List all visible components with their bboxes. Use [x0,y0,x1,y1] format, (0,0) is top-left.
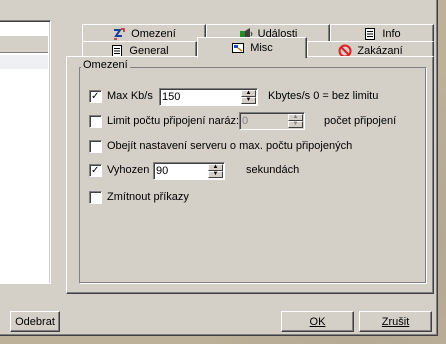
tab-misc[interactable]: Misc [197,37,307,58]
tab-label: General [129,44,169,57]
tab-label: Misc [250,42,273,54]
user-list-header [0,35,48,53]
limit-connections-hint: počet připojení [324,115,397,127]
bypass-server-checkbox[interactable] [89,140,102,153]
max-kbs-down-button[interactable]: ▼ [241,97,256,104]
ignore-commands-checkbox[interactable] [89,191,102,204]
max-kbs-checkbox[interactable]: ✓ [89,90,102,103]
max-kbs-hint: Kbytes/s 0 = bez limitu [268,90,379,102]
misc-tab-panel: Omezení ✓ Max Kb/s ▲ ▼ Kbytes/s 0 = bez … [66,56,434,294]
kick-down-button[interactable]: ▼ [208,171,223,178]
kick-up-button[interactable]: ▲ [208,164,223,171]
kick-input[interactable] [156,164,208,178]
list-item[interactable] [0,55,48,69]
max-kbs-input[interactable] [162,90,240,104]
ok-button-label: OK [309,316,326,328]
limit-connections-down-button[interactable]: ▼ [288,121,303,128]
group-legend: Omezení [81,59,130,71]
limit-connections-up-button[interactable]: ▲ [288,114,303,121]
tab-label: Zakázaní [357,44,403,57]
max-kbs-spinner[interactable]: ▲ ▼ [159,88,258,106]
kick-checkbox[interactable]: ✓ [89,164,102,177]
cancel-button-label: Zrušit [381,316,410,328]
limit-connections-spinner[interactable]: ▲ ▼ [239,112,305,130]
misc-icon [231,41,245,55]
limit-connections-input[interactable] [242,114,288,128]
max-kbs-up-button[interactable]: ▲ [241,90,256,97]
user-settings-dialog: Omezení Události Info General Misc Zakáz… [0,0,438,336]
tab-info[interactable]: Info [330,24,434,42]
tab-label: Info [382,27,401,40]
max-kbs-label: Max Kb/s [107,90,153,102]
kick-hint: sekundách [246,164,300,176]
info-document-icon [363,27,377,41]
cancel-button[interactable]: Zrušit [359,311,432,332]
limit-connections-label: Limit počtu připojení naráz: [107,115,240,127]
limit-connections-checkbox[interactable] [89,115,102,128]
tab-omezeni[interactable]: Omezení [82,24,206,42]
kick-spinner[interactable]: ▲ ▼ [153,162,225,180]
bypass-server-label: Obejít nastavení serveru o max. počtu př… [107,140,353,152]
ignore-commands-label: Zmítnout příkazy [107,191,189,203]
speed-limit-icon [112,27,126,41]
remove-button[interactable]: Odebrat [10,311,60,332]
kick-label: Vyhozen [107,164,150,176]
ok-button[interactable]: OK [281,311,354,332]
tab-label: Omezení [131,27,176,40]
user-list[interactable] [0,20,51,284]
